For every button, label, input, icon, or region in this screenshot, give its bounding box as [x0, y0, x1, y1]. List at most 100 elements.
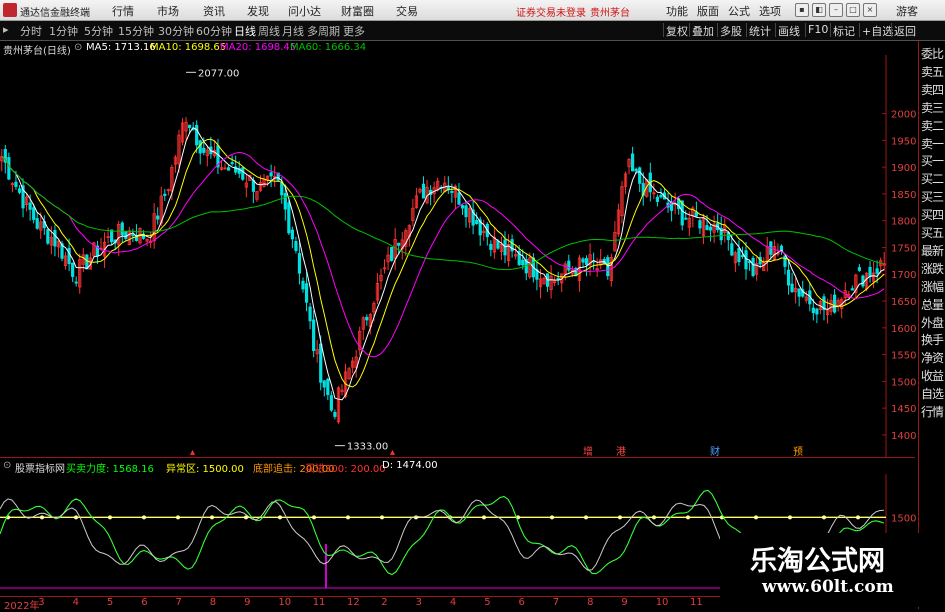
window-close-icon[interactable]: ×: [863, 3, 877, 17]
adjust-button[interactable]: 复权: [663, 23, 690, 38]
candle-body: [475, 220, 479, 224]
side-item[interactable]: 买三: [921, 188, 944, 205]
period-tab-weekly[interactable]: 周线: [258, 23, 280, 38]
f10-button[interactable]: F10: [805, 23, 830, 37]
window-maximize-icon[interactable]: □: [846, 3, 860, 17]
period-tab-1min[interactable]: 1分钟: [49, 23, 78, 38]
window-minimize-icon[interactable]: –: [829, 3, 843, 17]
overlay-button[interactable]: 叠加: [689, 23, 716, 38]
side-item[interactable]: 最新: [921, 242, 944, 259]
zone-dot: [618, 515, 622, 520]
date-axis-label: 3: [415, 597, 422, 608]
side-item[interactable]: 涨跌: [921, 260, 944, 277]
zone-dot: [312, 515, 316, 520]
side-item[interactable]: 净资: [921, 349, 944, 366]
app-logo-icon: [3, 3, 17, 17]
side-item[interactable]: 行情: [921, 403, 944, 420]
candle-body: [450, 190, 454, 193]
candle-body: [783, 255, 787, 267]
date-axis-label: 10: [655, 597, 669, 608]
side-item[interactable]: 卖一: [921, 135, 944, 152]
side-item[interactable]: 买四: [921, 206, 944, 223]
app-name: 通达信金融终端: [20, 8, 90, 19]
side-item[interactable]: 涨幅: [921, 278, 944, 295]
candle-body: [638, 167, 642, 184]
trade-login-warning[interactable]: 证券交易未登录: [516, 4, 586, 19]
side-item[interactable]: 买二: [921, 170, 944, 187]
candle-body: [634, 168, 638, 172]
user-guest[interactable]: 游客: [896, 3, 918, 19]
window-menu-icon[interactable]: ▪: [795, 3, 809, 17]
period-tab-timeshare[interactable]: 分时: [20, 23, 42, 38]
menu-options[interactable]: 选项: [759, 3, 781, 19]
side-item[interactable]: 外盘: [921, 314, 944, 331]
side-item[interactable]: 自选: [921, 385, 944, 402]
menu-wealth[interactable]: 财富圈: [341, 3, 374, 19]
side-item[interactable]: 委比: [921, 45, 944, 62]
candle-body: [319, 343, 323, 383]
period-tab-daily[interactable]: 日线: [234, 23, 256, 38]
candle-body: [188, 124, 192, 129]
add-watchlist-button[interactable]: +自选: [859, 23, 895, 38]
period-tab-more[interactable]: 更多: [343, 23, 365, 38]
collapse-icon[interactable]: ⊙: [74, 42, 82, 53]
mark-button[interactable]: 标记: [830, 23, 857, 38]
price-tick-label: 1800: [891, 217, 916, 228]
event-marker: 增: [583, 445, 593, 457]
price-tick-label: 1850: [891, 190, 916, 201]
window-skin-icon[interactable]: ◧: [812, 3, 826, 17]
candlestick-chart[interactable]: 2000 1950 1900 1850 1800 1750 1700 1650 1600 1550…: [0, 55, 918, 457]
side-item[interactable]: 总量: [921, 296, 944, 313]
side-item[interactable]: 买一: [921, 152, 944, 169]
price-tick-label: 1550: [891, 351, 916, 362]
side-item[interactable]: 收益: [921, 367, 944, 384]
side-item[interactable]: 卖四: [921, 81, 944, 98]
candle-body: [156, 215, 160, 220]
menu-formula[interactable]: 公式: [728, 3, 750, 19]
indicator-line1: 买卖力度: 1568.16: [66, 464, 154, 475]
menu-quotes[interactable]: 行情: [112, 3, 134, 19]
side-item[interactable]: 买五: [921, 224, 944, 241]
period-tab-15min[interactable]: 15分钟: [118, 23, 154, 38]
date-axis-label: 2: [381, 597, 388, 608]
side-item[interactable]: 卖五: [921, 63, 944, 80]
candle-body: [581, 258, 585, 263]
period-tab-60min[interactable]: 60分钟: [196, 23, 232, 38]
date-axis-label: 12: [347, 597, 360, 608]
period-tab-multi[interactable]: 多周期: [307, 23, 340, 38]
candle-body: [283, 193, 287, 210]
period-tab-30min[interactable]: 30分钟: [158, 23, 194, 38]
menu-trade[interactable]: 交易: [396, 3, 418, 19]
side-item[interactable]: 卖二: [921, 117, 944, 134]
candle-body: [110, 229, 114, 243]
multi-stock-button[interactable]: 多股: [717, 23, 744, 38]
draw-line-button[interactable]: 画线: [775, 23, 802, 38]
event-marker: 港: [616, 446, 626, 457]
side-item[interactable]: 卖三: [921, 99, 944, 116]
menu-discover[interactable]: 发现: [247, 3, 269, 19]
menu-layout[interactable]: 版面: [697, 3, 719, 19]
candle-body: [7, 157, 11, 180]
period-tab-5min[interactable]: 5分钟: [84, 23, 113, 38]
event-marker: ▴: [390, 447, 395, 457]
menu-function[interactable]: 功能: [666, 3, 688, 19]
zone-dot: [346, 515, 350, 520]
date-axis-label: 11: [690, 597, 703, 608]
date-axis-label: 6: [141, 597, 148, 608]
indicator-collapse-icon[interactable]: ⊙: [3, 460, 11, 471]
candle-body: [397, 242, 401, 246]
menu-ask[interactable]: 问小达: [288, 3, 321, 19]
candle-body: [737, 248, 741, 263]
candle-body: [567, 260, 571, 271]
menu-news[interactable]: 资讯: [203, 3, 225, 19]
zone-dot: [176, 515, 180, 520]
menu-market[interactable]: 市场: [157, 3, 179, 19]
back-button[interactable]: 返回: [891, 23, 918, 38]
period-tick-icon[interactable]: ▸: [3, 23, 9, 37]
period-tab-monthly[interactable]: 月线: [282, 23, 304, 38]
date-axis-label: 7: [175, 597, 182, 608]
side-item[interactable]: 换手: [921, 331, 944, 348]
statistics-button[interactable]: 统计: [746, 23, 773, 38]
ma5-value: MA5: 1713.16: [86, 42, 156, 53]
indicator-name[interactable]: 股票指标网: [15, 460, 65, 475]
